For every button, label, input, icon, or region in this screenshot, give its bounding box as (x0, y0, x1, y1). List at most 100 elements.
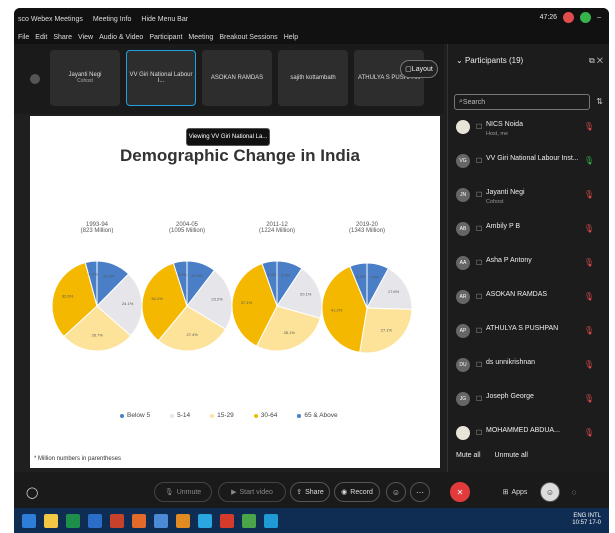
menu-item-2[interactable]: Share (53, 34, 72, 41)
legend-item: 30-64 (253, 412, 277, 419)
avatar: AR (456, 290, 470, 304)
excel-icon[interactable] (66, 513, 80, 528)
slide-legend: Below 5 5-14 15-29 30-64 65 & Above (120, 412, 420, 419)
legend-label: 5-14 (177, 412, 191, 419)
menu-item-8[interactable]: Help (284, 34, 298, 41)
participant-search-input[interactable]: ⌕ Search (454, 94, 590, 110)
participant-row[interactable]: AP ☐ ATHULYA S PUSHPAN 🎙 (454, 320, 604, 350)
avatar: JN (456, 188, 470, 202)
clock-time: 10:57 (572, 520, 588, 526)
mic-muted-icon[interactable]: 🎙 (584, 394, 594, 403)
system-tray: ENG INTL 10:57 17-0 (572, 513, 601, 527)
pie-data-label: 6.2% (357, 274, 367, 279)
mute-all-button[interactable]: Mute all (456, 452, 481, 459)
layout-button[interactable]: ▢ Layout (400, 60, 438, 78)
video-tile[interactable]: ASOKAN RAMDAS (202, 50, 272, 106)
participants-toggle-icon[interactable]: ☺ (540, 482, 560, 502)
leave-meeting-button[interactable]: ✕ (450, 482, 470, 502)
participant-row[interactable]: JG ☐ Joseph George 🎙 (454, 388, 604, 418)
device-icon: ☐ (476, 430, 483, 437)
edge-icon[interactable] (198, 513, 212, 528)
powerpoint-icon[interactable] (110, 513, 124, 528)
mic-muted-icon[interactable]: 🎙 (584, 122, 594, 131)
explorer-icon[interactable] (44, 513, 58, 528)
apps-button[interactable]: ⊞ Apps (498, 482, 532, 502)
video-tile[interactable]: sajith kottambath (278, 50, 348, 106)
unmute-button[interactable]: 🎙 Unmute (154, 482, 212, 502)
menu-item-4[interactable]: Audio & Video (99, 34, 143, 41)
mic-muted-icon[interactable]: 🎙 (584, 224, 594, 233)
participants-header[interactable]: ⌄ Participants (19) (456, 56, 523, 65)
chrome-icon[interactable] (132, 513, 146, 528)
participant-row[interactable]: AR ☐ ASOKAN RAMDAS 🎙 (454, 286, 604, 316)
participant-row[interactable]: ☐ NICS Noida Host, me 🎙 (454, 116, 604, 146)
chat-icon[interactable]: ◌ (564, 482, 584, 502)
share-button[interactable]: ⇪ Share (290, 482, 330, 502)
record-button[interactable]: ◉ Record (334, 482, 380, 502)
participant-row[interactable]: ☐ MOHAMMED ABDUA... 🎙 (454, 422, 604, 452)
mic-muted-icon[interactable]: 🎙 (584, 360, 594, 369)
mic-muted-icon[interactable]: 🎙 (584, 190, 594, 199)
device-icon: ☐ (476, 260, 483, 267)
pie-population: (1224 Million) (258, 228, 295, 234)
menu-item-6[interactable]: Meeting (188, 34, 213, 41)
pie-population: (1095 Million) (168, 228, 205, 234)
avatar: DU (456, 358, 470, 372)
mic-muted-icon[interactable]: 🎙 (584, 292, 594, 301)
participant-row[interactable]: JN ☐ Jayanti Negi Cohost 🎙 (454, 184, 604, 214)
legend-swatch (170, 413, 175, 418)
sort-icon[interactable]: ⇅ (596, 97, 603, 106)
mic-muted-icon[interactable]: 🎙 (584, 326, 594, 335)
hide-menu-button[interactable]: Hide Menu Bar (141, 16, 188, 23)
menu-item-7[interactable]: Breakout Sessions (219, 34, 277, 41)
more-options-icon[interactable]: ⋯ (410, 482, 430, 502)
pie-population: (1343 Million) (348, 228, 385, 234)
menu-item-3[interactable]: View (78, 34, 93, 41)
avatar (456, 120, 470, 134)
participant-row[interactable]: AB ☐ Ambily P B 🎙 (454, 218, 604, 248)
menu-item-5[interactable]: Participant (149, 34, 182, 41)
reactions-icon[interactable]: ☺ (386, 482, 406, 502)
pie-caption: 2019-20 (1343 Million) (332, 222, 402, 234)
mic-muted-icon[interactable]: 🎙 (584, 428, 594, 437)
video-tile[interactable]: ATHULYA S PUSHPAN (354, 50, 424, 106)
video-tile[interactable]: VV Giri National Labour I... (126, 50, 196, 106)
outlook-icon[interactable] (88, 513, 102, 528)
mic-muted-icon[interactable]: 🎙 (584, 258, 594, 267)
meeting-info-button[interactable]: Meeting Info (93, 16, 132, 23)
unmute-all-button[interactable]: Unmute all (495, 452, 528, 459)
menu-item-0[interactable]: File (18, 34, 29, 41)
word-icon[interactable] (154, 513, 168, 528)
video-tile-name: VV Giri National Labour I... (129, 72, 193, 84)
pie-charts: 12.4% 24.1% 26.7% 32.6% 4.2% 10.4% 23.2% 27.4% 3… (51, 260, 413, 354)
participant-name: Joseph George (486, 393, 534, 400)
firefox-icon[interactable] (220, 513, 234, 528)
mic-on-icon[interactable]: 🎙 (584, 156, 594, 165)
menu-item-1[interactable]: Edit (35, 34, 47, 41)
video-tile[interactable]: Jayanti Negi Cohost (50, 50, 120, 106)
legend-swatch (210, 413, 215, 418)
pie-data-label: 4.2% (88, 272, 98, 277)
pie-data-label: 27.4% (186, 332, 198, 337)
legend-label: 65 & Above (304, 412, 338, 419)
shared-screen: Demographic Change in India 12.4% 24.1% 26… (30, 116, 440, 468)
pie-data-label: 27.1% (381, 328, 393, 333)
participant-name: Ambily P B (486, 223, 521, 230)
start-video-button[interactable]: ▶ Start video (218, 482, 286, 502)
device-icon: ☐ (476, 192, 483, 199)
strip-prev-icon[interactable] (30, 74, 40, 84)
audio-settings-icon[interactable]: ◯ (26, 486, 38, 499)
participant-name: ds unnikrishnan (486, 359, 536, 366)
vlc-icon[interactable] (176, 513, 190, 528)
ie-icon[interactable] (22, 513, 36, 528)
connection-icon (580, 12, 592, 23)
webex-icon[interactable] (264, 513, 278, 528)
participant-row[interactable]: VG ☐ VV Giri National Labour Inst... 🎙 (454, 150, 604, 180)
participant-row[interactable]: AA ☐ Asha P Antony 🎙 (454, 252, 604, 282)
app-icon[interactable] (242, 513, 256, 528)
panel-popout-close-icons[interactable]: ⧉ ✕ (589, 56, 603, 66)
participant-name: MOHAMMED ABDUA... (486, 427, 560, 434)
participant-row[interactable]: DU ☐ ds unnikrishnan 🎙 (454, 354, 604, 384)
language-indicator[interactable]: ENG INTL (572, 513, 601, 520)
minimize-icon[interactable]: – (597, 14, 601, 21)
